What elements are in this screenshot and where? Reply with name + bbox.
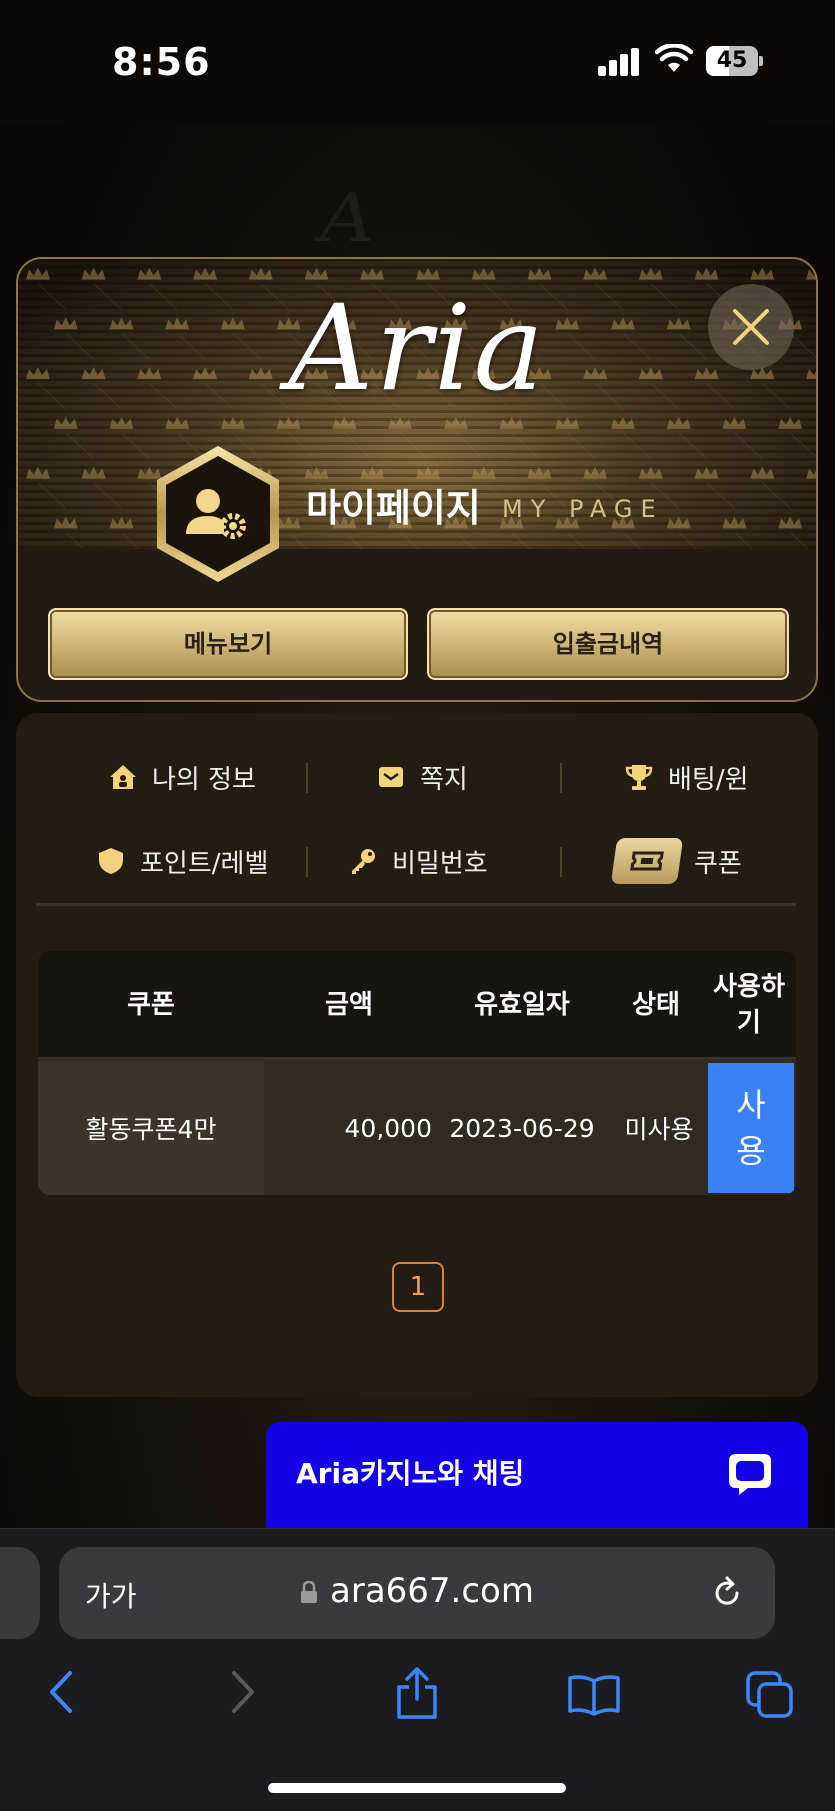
browser-chrome: 가가 ara667.com [0, 1528, 835, 1811]
share-icon[interactable] [392, 1665, 442, 1721]
envelope-icon [379, 767, 403, 787]
coupon-table: 쿠폰 금액 유효일자 상태 사용하 기 활동쿠폰4만 40,000 2023-0… [38, 951, 796, 1195]
close-icon [733, 309, 769, 345]
tab-label: 쪽지 [420, 764, 468, 795]
page-subtitle: MY PAGE [502, 495, 664, 523]
user-settings-icon [157, 446, 279, 582]
shield-icon [99, 848, 123, 874]
column-header-status: 상태 [632, 990, 680, 1020]
address-bar[interactable]: 가가 ara667.com [59, 1547, 775, 1639]
coupon-status: 미사용 [624, 1115, 694, 1144]
status-time: 8:56 [112, 40, 211, 84]
coupon-amount: 40,000 [344, 1113, 432, 1143]
page-number-button[interactable]: 1 [392, 1262, 444, 1312]
close-button[interactable] [708, 284, 794, 370]
tab-coupon[interactable]: 쿠폰 [610, 831, 742, 891]
reload-icon[interactable] [709, 1575, 745, 1611]
mypage-header-panel: Aria 마이페이지 MY PAGE 메뉴보기 입출금내역 [16, 257, 818, 702]
table-header: 쿠폰 금액 유효일자 상태 사용하 기 [38, 951, 796, 1059]
use-coupon-button[interactable]: 사 용 [708, 1063, 794, 1193]
tab-label: 포인트/레벨 [140, 848, 269, 879]
coupon-expiry: 2023-06-29 [449, 1113, 595, 1143]
coupon-name: 활동쿠폰4만 [38, 1061, 264, 1195]
aria-logo: Aria [288, 279, 546, 417]
column-header-coupon: 쿠폰 [127, 990, 175, 1020]
chat-bubble-icon [729, 1454, 771, 1495]
bookmarks-icon[interactable] [566, 1673, 622, 1717]
forward-icon[interactable] [224, 1667, 260, 1717]
lock-icon [300, 1572, 318, 1603]
column-header-amount: 금액 [325, 990, 373, 1020]
tab-password[interactable]: 비밀번호 [348, 831, 488, 891]
tab-label: 나의 정보 [152, 764, 256, 795]
trophy-icon [625, 765, 653, 790]
url-text: ara667.com [330, 1571, 534, 1611]
key-icon [352, 849, 375, 874]
tab-label: 비밀번호 [392, 848, 488, 879]
status-bar: 8:56 45 [0, 0, 835, 125]
tab-row-1: 나의 정보 쪽지 배팅/윈 [36, 747, 798, 807]
tab-row-2: 포인트/레벨 비밀번호 쿠폰 [36, 831, 798, 891]
battery-icon: 45 [706, 46, 763, 76]
tabs-icon[interactable] [744, 1669, 796, 1719]
column-header-expiry: 유효일자 [474, 990, 570, 1020]
ticket-icon [610, 838, 684, 884]
column-header-use: 사용하 기 [713, 972, 785, 1038]
menu-button[interactable]: 메뉴보기 [48, 608, 408, 680]
page-title: 마이페이지 [306, 486, 481, 530]
deposit-history-button[interactable]: 입출금내역 [427, 608, 789, 680]
tab-messages[interactable]: 쪽지 [376, 747, 468, 807]
back-icon[interactable] [44, 1667, 80, 1717]
divider-line [36, 903, 796, 906]
home-indicator [268, 1783, 566, 1793]
chat-widget[interactable]: Aria카지노와 채팅 [266, 1422, 808, 1528]
battery-level: 45 [716, 48, 748, 73]
previous-tab[interactable] [0, 1547, 40, 1639]
tab-betting-win[interactable]: 배팅/윈 [624, 747, 749, 807]
chat-label: Aria카지노와 채팅 [296, 1457, 525, 1490]
tab-my-info[interactable]: 나의 정보 [108, 747, 256, 807]
cellular-signal-icon [598, 46, 640, 76]
table-row: 활동쿠폰4만 40,000 2023-06-29 미사용 [38, 1061, 796, 1195]
home-icon [110, 765, 136, 789]
wifi-icon [655, 44, 693, 72]
tab-label: 쿠폰 [694, 848, 742, 879]
tab-label: 배팅/윈 [668, 764, 749, 795]
tab-points-level[interactable]: 포인트/레벨 [96, 831, 268, 891]
page: 8:56 45 ᴬ Aria 마이페이지 MY PAGE 메뉴보기 입출금내역 … [0, 0, 835, 1811]
coupon-panel: 나의 정보 쪽지 배팅/윈 포인트/레벨 비밀번호 쿠폰 쿠폰 금액 유효일자 … [16, 713, 818, 1397]
